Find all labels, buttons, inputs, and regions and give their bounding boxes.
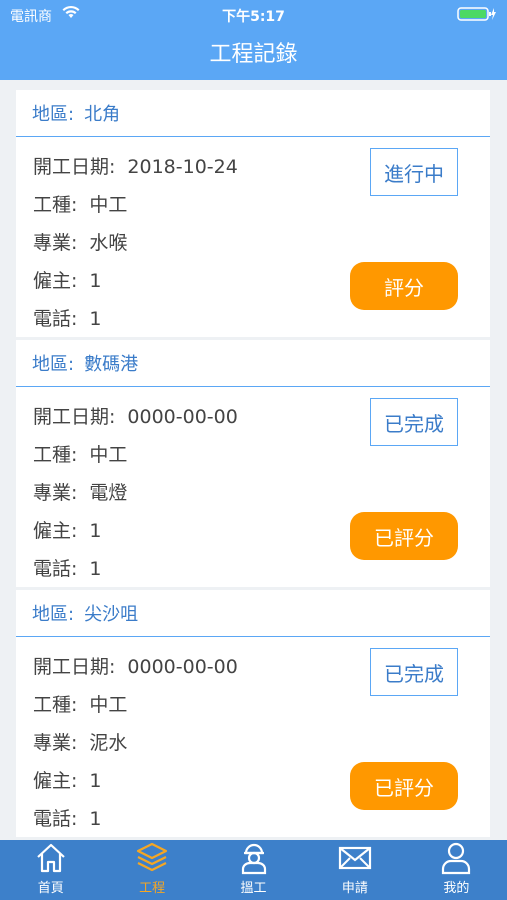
phone-label: 電話:: [33, 558, 78, 580]
employer-row: 僱主: 1: [33, 766, 102, 793]
region-label: 地區:: [32, 104, 75, 125]
region-label: 地區:: [32, 604, 75, 625]
person-icon: [442, 842, 471, 875]
start-date-row: 開工日期: 0000-00-00: [33, 652, 238, 679]
tab-label: 工程: [139, 881, 166, 896]
region-value: 尖沙咀: [84, 604, 139, 625]
card-region-header: 地區: 數碼港: [16, 340, 490, 387]
status-badge: 已完成: [370, 648, 458, 696]
employer-value: 1: [89, 520, 102, 542]
employer-label: 僱主:: [33, 270, 78, 292]
specialty-row: 專業: 電燈: [33, 478, 127, 505]
phone-row: 電話: 1: [33, 554, 102, 581]
region-value: 北角: [84, 104, 121, 125]
trade-row: 工種: 中工: [33, 690, 127, 717]
worker-icon: [241, 843, 266, 875]
tab-home[interactable]: 首頁: [0, 840, 101, 900]
record-card: 地區: 數碼港 開工日期: 0000-00-00 工種: 中工 專業: 電燈 僱主: 1…: [16, 340, 490, 587]
trade-label: 工種:: [33, 694, 78, 716]
specialty-value: 泥水: [89, 732, 128, 754]
employer-label: 僱主:: [33, 520, 78, 542]
status-badge: 已完成: [370, 398, 458, 446]
region-label: 地區:: [32, 354, 75, 375]
trade-row: 工種: 中工: [33, 440, 127, 467]
phone-row: 電話: 1: [33, 304, 102, 331]
specialty-label: 專業:: [33, 232, 78, 254]
tab-label: 搵工: [240, 881, 267, 896]
start-date-value: 0000-00-00: [127, 656, 238, 678]
page-title: 工程記錄: [209, 42, 298, 67]
employer-value: 1: [89, 770, 102, 792]
card-body: 開工日期: 0000-00-00 工種: 中工 專業: 電燈 僱主: 1 電話: 1 已完…: [16, 387, 490, 587]
phone-value: 1: [89, 558, 102, 580]
tab-label: 首頁: [37, 881, 64, 896]
phone-value: 1: [89, 808, 102, 830]
record-card: 地區: 尖沙咀 開工日期: 0000-00-00 工種: 中工 專業: 泥水 僱主: 1…: [16, 590, 490, 837]
home-icon: [36, 843, 65, 873]
region-value: 數碼港: [84, 354, 139, 375]
phone-value: 1: [89, 308, 102, 330]
tab-label: 我的: [443, 881, 470, 896]
employer-value: 1: [89, 270, 102, 292]
phone-label: 電話:: [33, 808, 78, 830]
specialty-value: 水喉: [89, 232, 128, 254]
trade-value: 中工: [89, 694, 128, 716]
tab-bar: 首頁 工程 搵工 申請 我的: [0, 840, 507, 900]
employer-row: 僱主: 1: [33, 266, 102, 293]
rate-button[interactable]: 評分: [350, 262, 458, 310]
app-header: 電訊商 下午5:17 工程記錄: [0, 0, 507, 80]
tab-apply[interactable]: 申請: [304, 840, 405, 900]
start-date-row: 開工日期: 0000-00-00: [33, 402, 238, 429]
mail-icon: [338, 846, 372, 870]
card-region-header: 地區: 北角: [16, 90, 490, 137]
phone-row: 電話: 1: [33, 804, 102, 831]
start-date-value: 2018-10-24: [127, 156, 238, 178]
card-region-header: 地區: 尖沙咀: [16, 590, 490, 637]
specialty-row: 專業: 水喉: [33, 228, 127, 255]
record-card: 地區: 北角 開工日期: 2018-10-24 工種: 中工 專業: 水喉 僱主: 1 …: [16, 90, 490, 337]
tab-projects[interactable]: 工程: [101, 840, 202, 900]
start-date-value: 0000-00-00: [127, 406, 238, 428]
layers-icon: [137, 842, 168, 872]
tab-mine[interactable]: 我的: [406, 840, 507, 900]
start-date-label: 開工日期:: [33, 656, 116, 678]
trade-label: 工種:: [33, 444, 78, 466]
clock-label: 下午5:17: [222, 9, 285, 25]
status-bar: 電訊商 下午5:17: [0, 0, 507, 28]
status-badge: 進行中: [370, 148, 458, 196]
start-date-label: 開工日期:: [33, 156, 116, 178]
card-body: 開工日期: 2018-10-24 工種: 中工 專業: 水喉 僱主: 1 電話: 1 進行…: [16, 137, 490, 337]
trade-row: 工種: 中工: [33, 190, 127, 217]
tab-find-work[interactable]: 搵工: [203, 840, 304, 900]
phone-label: 電話:: [33, 308, 78, 330]
card-body: 開工日期: 0000-00-00 工種: 中工 專業: 泥水 僱主: 1 電話: 1 已完…: [16, 637, 490, 837]
trade-value: 中工: [89, 194, 128, 216]
specialty-row: 專業: 泥水: [33, 728, 127, 755]
trade-label: 工種:: [33, 194, 78, 216]
battery-icon: [457, 6, 497, 22]
record-list[interactable]: 地區: 北角 開工日期: 2018-10-24 工種: 中工 專業: 水喉 僱主: 1 …: [0, 80, 507, 840]
rated-button[interactable]: 已評分: [350, 512, 458, 560]
rated-button[interactable]: 已評分: [350, 762, 458, 810]
specialty-value: 電燈: [89, 482, 128, 504]
specialty-label: 專業:: [33, 732, 78, 754]
start-date-label: 開工日期:: [33, 406, 116, 428]
employer-label: 僱主:: [33, 770, 78, 792]
trade-value: 中工: [89, 444, 128, 466]
tab-label: 申請: [341, 881, 368, 896]
specialty-label: 專業:: [33, 482, 78, 504]
start-date-row: 開工日期: 2018-10-24: [33, 152, 238, 179]
employer-row: 僱主: 1: [33, 516, 102, 543]
